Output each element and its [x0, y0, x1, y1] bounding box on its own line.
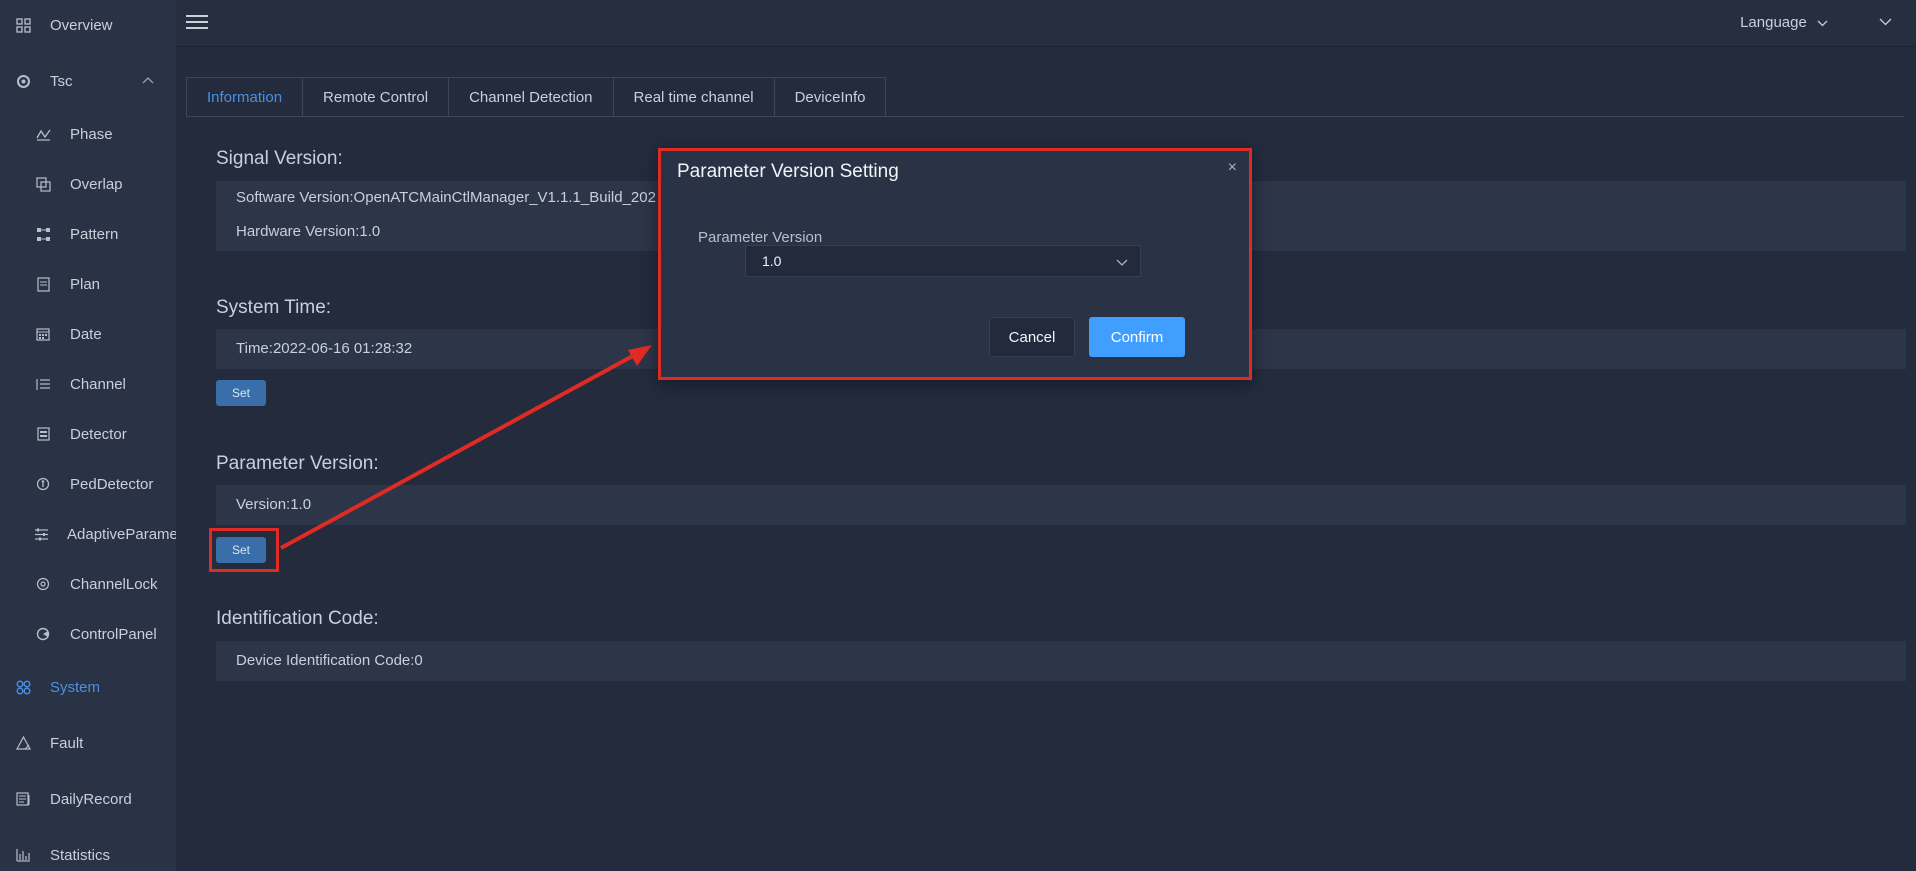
hardware-version-text: Hardware Version:1.0 [236, 223, 381, 240]
sidebar-item-label: Tsc [50, 72, 73, 90]
sidebar-item-label: Date [70, 325, 102, 343]
user-menu-chevron-icon[interactable] [1879, 13, 1892, 31]
detector-icon [34, 427, 52, 441]
identification-code-panel: Device Identification Code:0 [216, 641, 1906, 681]
chevron-up-icon [142, 73, 154, 87]
sidebar-item-pattern[interactable]: Pattern [0, 214, 176, 254]
sidebar-item-peddetector[interactable]: PedDetector [0, 464, 176, 504]
sidebar-item-dailyrecord[interactable]: DailyRecord [0, 779, 176, 819]
calendar-icon [34, 327, 52, 341]
set-time-button[interactable]: Set [216, 380, 266, 406]
sidebar-item-label: Overview [50, 16, 113, 34]
tab-bar: Information Remote Control Channel Detec… [186, 77, 887, 117]
sidebar-item-label: Detector [70, 425, 127, 443]
phase-icon [34, 128, 52, 141]
lock-icon [34, 577, 52, 591]
time-text: Time:2022-06-16 01:28:32 [236, 340, 413, 357]
tab-real-time-channel[interactable]: Real time channel [613, 77, 775, 117]
chevron-down-icon [1817, 14, 1828, 31]
grid-icon [14, 17, 32, 33]
parameter-version-panel: Version:1.0 [216, 485, 1906, 525]
version-text: Version:1.0 [236, 496, 312, 513]
sidebar-item-plan[interactable]: Plan [0, 264, 176, 304]
chevron-down-icon [1116, 254, 1128, 272]
sidebar-item-phase[interactable]: Phase [0, 114, 176, 154]
selected-value: 1.0 [762, 253, 782, 269]
close-icon[interactable]: × [1228, 159, 1237, 177]
pattern-icon [34, 227, 52, 242]
sidebar-item-label: DailyRecord [50, 790, 132, 808]
sidebar-item-label: PedDetector [70, 475, 154, 493]
statistics-icon [14, 848, 32, 862]
tab-information[interactable]: Information [186, 77, 304, 117]
sidebar-item-fault[interactable]: Fault [0, 723, 176, 763]
sidebar-item-label: Overlap [70, 175, 123, 193]
cancel-button[interactable]: Cancel [989, 317, 1075, 357]
system-time-title: System Time: [216, 297, 332, 318]
hamburger-menu-icon[interactable] [186, 12, 208, 30]
sidebar-item-controlpanel[interactable]: ControlPanel [0, 614, 176, 654]
parameter-version-dialog: Parameter Version Setting × Parameter Ve… [658, 148, 1252, 380]
channel-icon [34, 378, 52, 391]
device-code-text: Device Identification Code:0 [236, 652, 423, 669]
tab-channel-detection[interactable]: Channel Detection [449, 77, 614, 117]
sidebar-item-date[interactable]: Date [0, 314, 176, 354]
annotation-arrow [280, 345, 652, 550]
parameter-version-title: Parameter Version: [216, 453, 379, 474]
system-icon [14, 680, 32, 695]
sidebar-item-label: Pattern [70, 225, 119, 243]
sidebar-item-label: Phase [70, 125, 113, 143]
top-header: Language [176, 0, 1916, 47]
parameter-version-select[interactable]: 1.0 [745, 245, 1141, 277]
language-label: Language [1740, 14, 1807, 31]
dialog-title: Parameter Version Setting [677, 161, 899, 182]
signal-version-title: Signal Version: [216, 148, 343, 169]
sidebar-item-label: Plan [70, 275, 101, 293]
pedestrian-icon [34, 477, 52, 491]
parameter-version-label: Parameter Version [698, 229, 823, 246]
target-icon [14, 74, 32, 89]
confirm-button[interactable]: Confirm [1089, 317, 1185, 357]
sidebar-item-system[interactable]: System [0, 667, 176, 707]
control-panel-icon [34, 627, 52, 641]
sidebar-item-tsc[interactable]: Tsc [0, 61, 176, 101]
sliders-icon [34, 528, 49, 541]
plan-icon [34, 276, 52, 292]
overlap-icon [34, 176, 52, 192]
identification-code-title: Identification Code: [216, 608, 379, 629]
sidebar-item-label: Fault [50, 734, 84, 752]
sidebar-item-statistics[interactable]: Statistics [0, 835, 176, 871]
language-dropdown[interactable]: Language [1740, 14, 1828, 31]
warning-icon [14, 736, 32, 750]
sidebar-item-detector[interactable]: Detector [0, 414, 176, 454]
tab-deviceinfo[interactable]: DeviceInfo [774, 77, 887, 117]
software-version-text: Software Version:OpenATCMainCtlManager_V… [236, 189, 656, 206]
sidebar-item-adaptiveparameter[interactable]: AdaptiveParameter [0, 514, 176, 554]
tab-remote-control[interactable]: Remote Control [303, 77, 450, 117]
sidebar-item-label: ChannelLock [70, 575, 158, 593]
tab-divider [186, 116, 1904, 117]
sidebar-item-label: Channel [70, 375, 126, 393]
sidebar-item-overview[interactable]: Overview [0, 5, 176, 45]
sidebar: Overview Tsc Phase Overlap Pattern Plan [0, 0, 176, 871]
annotation-highlight-box [209, 528, 279, 572]
sidebar-item-label: Statistics [50, 846, 111, 864]
sidebar-item-label: AdaptiveParameter [67, 525, 176, 543]
sidebar-item-label: System [50, 678, 101, 696]
record-icon [14, 792, 32, 806]
sidebar-item-channellock[interactable]: ChannelLock [0, 564, 176, 604]
sidebar-item-label: ControlPanel [70, 625, 157, 643]
sidebar-item-overlap[interactable]: Overlap [0, 164, 176, 204]
sidebar-item-channel[interactable]: Channel [0, 364, 176, 404]
